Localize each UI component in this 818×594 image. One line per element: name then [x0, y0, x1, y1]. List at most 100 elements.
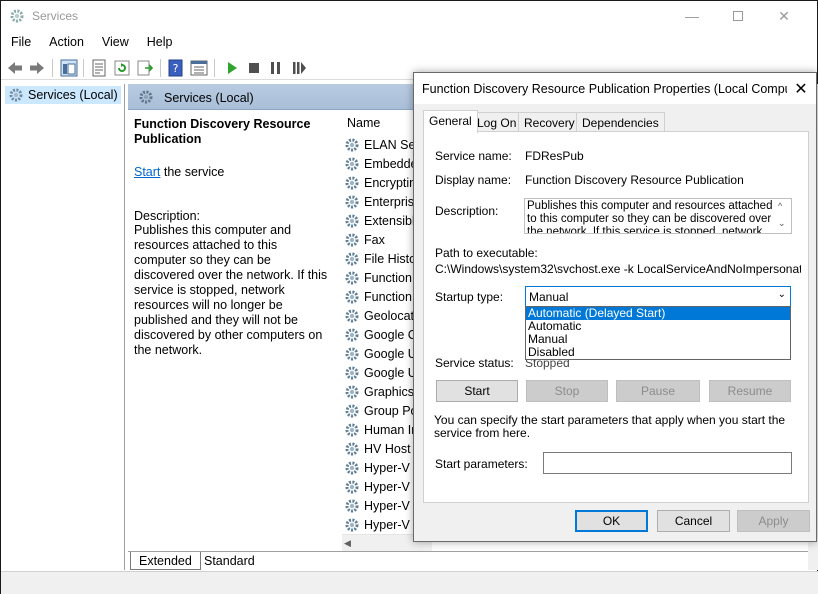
service-gear-icon [345, 328, 359, 341]
apply-button[interactable]: Apply [737, 510, 810, 532]
service-name: Function [364, 289, 412, 304]
service-row[interactable]: HV Host S [344, 439, 422, 458]
display-name-value: Function Discovery Resource Publication [525, 173, 744, 187]
service-gear-icon [345, 271, 359, 284]
scroll-left-icon[interactable]: ◀ [344, 538, 351, 549]
service-name: Google U [364, 365, 417, 380]
menu-action[interactable]: Action [39, 32, 92, 53]
ok-button[interactable]: OK [575, 510, 648, 532]
resume-button[interactable]: Resume [709, 380, 791, 402]
tab-log-on[interactable]: Log On [471, 112, 523, 132]
service-row[interactable]: Function [344, 287, 412, 306]
service-row[interactable]: Google U [344, 344, 417, 363]
service-row[interactable]: Geolocati [344, 306, 417, 325]
tab-recovery[interactable]: Recovery [518, 112, 581, 132]
menu-help[interactable]: Help [137, 32, 181, 53]
toolbar-separator [83, 59, 84, 77]
dialog-title-bar[interactable]: Function Discovery Resource Publication … [414, 73, 816, 104]
service-gear-icon [345, 157, 359, 170]
service-gear-icon [345, 290, 359, 303]
refresh-icon[interactable] [113, 59, 131, 77]
start-service-link[interactable]: Start [134, 165, 160, 179]
service-row[interactable]: Hyper-V C [344, 477, 422, 496]
service-row[interactable]: Hyper-V H [344, 515, 422, 534]
view-icon[interactable] [190, 59, 208, 77]
properties-page-icon[interactable] [90, 59, 108, 77]
service-row[interactable]: Encryptin [344, 173, 416, 192]
start-params-input[interactable] [543, 452, 792, 474]
service-name: Geolocati [364, 308, 417, 323]
close-button[interactable]: ✕ [761, 1, 807, 31]
properties-dialog: Function Discovery Resource Publication … [413, 72, 817, 542]
description-textbox[interactable]: Publishes this computer and resources at… [524, 198, 792, 234]
service-row[interactable]: Enterprise [344, 192, 421, 211]
tree-item-services-local[interactable]: Services (Local) [5, 86, 121, 104]
start-button[interactable]: Start [436, 380, 518, 402]
chevron-up-icon[interactable]: ^ [778, 201, 782, 211]
service-name: Human In [364, 422, 419, 437]
service-name: Embedde [364, 156, 418, 171]
service-gear-icon [345, 138, 359, 151]
option-disabled[interactable]: Disabled [526, 346, 790, 359]
forward-arrow-icon[interactable] [28, 59, 46, 77]
svg-text:?: ? [173, 62, 179, 75]
startup-type-value: Manual [529, 290, 569, 304]
tab-dependencies[interactable]: Dependencies [576, 112, 665, 132]
selected-service-title: Function Discovery Resource Publication [134, 117, 311, 146]
dialog-title: Function Discovery Resource Publication … [422, 82, 787, 96]
menu-view[interactable]: View [92, 32, 137, 53]
menu-file[interactable]: File [1, 32, 39, 53]
service-gear-icon [345, 366, 359, 379]
general-tab-page: Service name: FDResPub Display name: Fun… [423, 131, 809, 503]
service-row[interactable]: GraphicsP [344, 382, 422, 401]
pause-service-icon[interactable] [267, 59, 285, 77]
console-tree-icon[interactable] [60, 59, 78, 77]
service-gear-icon [345, 309, 359, 322]
service-name: Group Po [364, 403, 418, 418]
service-gear-icon [345, 195, 359, 208]
service-row[interactable]: File Histor [344, 249, 420, 268]
maximize-button[interactable] [715, 1, 761, 31]
service-gear-icon [345, 499, 359, 512]
service-gear-icon [345, 461, 359, 474]
stop-button[interactable]: Stop [526, 380, 608, 402]
minimize-icon: — [685, 8, 699, 24]
service-row[interactable]: Hyper-V G [344, 458, 423, 477]
help-icon[interactable]: ? [167, 59, 185, 77]
service-name-value: FDResPub [525, 149, 584, 163]
tab-standard[interactable]: Standard [196, 552, 263, 570]
service-status-label: Service status: [435, 356, 514, 370]
pause-button[interactable]: Pause [616, 380, 700, 402]
column-header-name[interactable]: Name [347, 116, 380, 130]
start-line: Start the service [134, 165, 330, 179]
chevron-down-icon[interactable]: ⌄ [778, 218, 786, 229]
service-row[interactable]: Extensible [344, 211, 422, 230]
service-row[interactable]: Hyper-V C [344, 496, 422, 515]
service-row[interactable]: Group Po [344, 401, 418, 420]
description-scrollbar[interactable]: ^ ⌄ [775, 199, 791, 233]
stop-service-icon[interactable] [245, 59, 263, 77]
service-row[interactable]: Function [344, 268, 412, 287]
description-label: Description: [134, 209, 200, 223]
tab-extended[interactable]: Extended [130, 552, 201, 570]
service-row[interactable]: Google Cl [344, 325, 420, 344]
start-service-icon[interactable] [223, 59, 241, 77]
minimize-button[interactable]: — [669, 1, 715, 31]
chevron-down-icon: ⌄ [777, 289, 786, 300]
service-row[interactable]: Fax [344, 230, 385, 249]
dialog-close-button[interactable]: ✕ [786, 73, 816, 104]
close-icon: ✕ [794, 80, 808, 98]
service-gear-icon [345, 252, 359, 265]
title-bar[interactable]: Services — ✕ [1, 1, 817, 31]
restart-service-icon[interactable] [290, 59, 308, 77]
service-row[interactable]: Google U [344, 363, 417, 382]
maximize-icon [733, 11, 743, 21]
tab-general[interactable]: General [423, 110, 478, 133]
service-gear-icon [345, 404, 359, 417]
service-row[interactable]: Human In [344, 420, 418, 439]
service-row[interactable]: Embedde [344, 154, 418, 173]
export-list-icon[interactable] [136, 59, 154, 77]
back-arrow-icon[interactable] [6, 59, 24, 77]
cancel-button[interactable]: Cancel [657, 510, 730, 532]
startup-type-combobox[interactable]: Manual ⌄ [525, 286, 791, 307]
